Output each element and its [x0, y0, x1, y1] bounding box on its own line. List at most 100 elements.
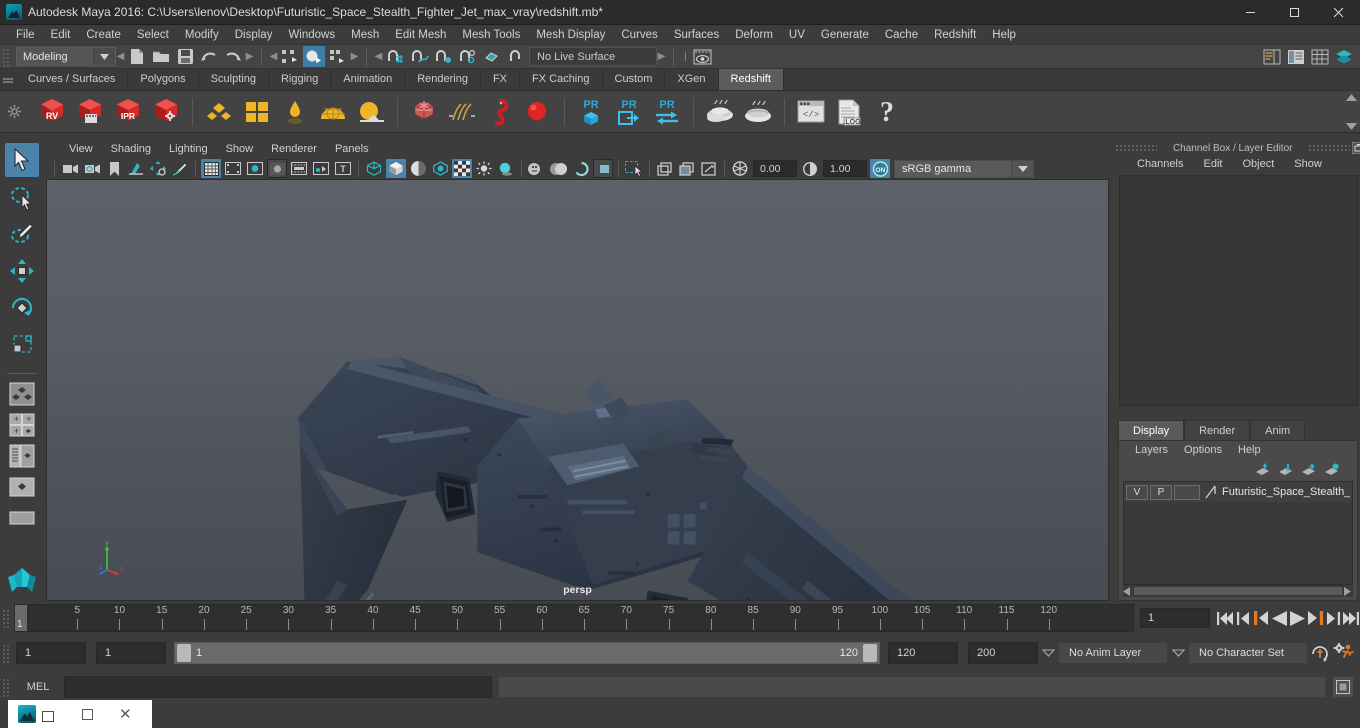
redshift-pr-object-button[interactable]: PR: [573, 94, 609, 130]
channelbox-menu-show[interactable]: Show: [1284, 155, 1332, 173]
layer-visibility-toggle[interactable]: V: [1126, 484, 1148, 500]
layer-row[interactable]: V P Futuristic_Space_Stealth_: [1124, 482, 1353, 502]
redshift-render-settings-button[interactable]: [148, 94, 184, 130]
menu-mesh-display[interactable]: Mesh Display: [528, 25, 613, 45]
select-by-component-type-icon[interactable]: [327, 46, 349, 67]
channelbox-menu-object[interactable]: Object: [1232, 155, 1284, 173]
toolbar-collapse-live[interactable]: ▶: [657, 48, 666, 66]
save-scene-icon[interactable]: [174, 46, 196, 67]
film-gate-icon[interactable]: [223, 159, 243, 178]
smooth-shade-selected-icon[interactable]: [408, 159, 428, 178]
toolbar-collapse-file[interactable]: ▶: [245, 48, 254, 66]
layer-playback-toggle[interactable]: P: [1150, 484, 1172, 500]
redshift-ipr-button[interactable]: IPR: [110, 94, 146, 130]
color-management-toggle-icon[interactable]: ON: [870, 159, 890, 178]
outliner-persp-layout[interactable]: [5, 442, 39, 470]
go-to-end-icon[interactable]: [1342, 607, 1360, 629]
shelf-grip[interactable]: [0, 68, 16, 90]
render-view-icon[interactable]: [691, 46, 713, 67]
image-plane-icon[interactable]: [126, 159, 146, 178]
motion-blur-icon[interactable]: [549, 159, 569, 178]
xray-joints-icon[interactable]: [677, 159, 697, 178]
redshift-script-editor-button[interactable]: </>: [793, 94, 829, 130]
screen-space-ao-icon[interactable]: [527, 159, 547, 178]
layer-menu-help[interactable]: Help: [1230, 441, 1269, 459]
redshift-dome-light-button[interactable]: [315, 94, 351, 130]
shadows-icon[interactable]: [496, 159, 516, 178]
current-time-indicator[interactable]: 1: [15, 605, 27, 631]
layer-horizontal-scrollbar[interactable]: [1123, 585, 1354, 597]
shelf-tab-custom[interactable]: Custom: [602, 69, 666, 90]
smooth-shade-all-icon[interactable]: [386, 159, 406, 178]
xray-active-components-icon[interactable]: [699, 159, 719, 178]
redshift-bake-set-button[interactable]: [702, 94, 738, 130]
timeline-ruler[interactable]: 1 5 10 15 20 25 30 35 40 45 50 55 60 65 70 75 80 85 90 95 1…: [14, 604, 1134, 632]
four-view-layout[interactable]: + + +: [5, 411, 39, 439]
step-forward-keyframe-icon[interactable]: [1324, 607, 1342, 629]
tab-display[interactable]: Display: [1118, 420, 1185, 440]
snap-to-projected-center-icon[interactable]: [456, 46, 478, 67]
play-forwards-icon[interactable]: [1288, 607, 1306, 629]
menu-modify[interactable]: Modify: [177, 25, 227, 45]
layer-color-swatch[interactable]: [1174, 484, 1200, 500]
multisample-aa-icon[interactable]: [571, 159, 591, 178]
tab-anim[interactable]: Anim: [1250, 420, 1306, 440]
toolbar-collapse-select[interactable]: ◀: [269, 48, 278, 66]
resolution-gate-icon[interactable]: [245, 159, 265, 178]
maximize-icon[interactable]: [1272, 0, 1316, 25]
viewport-menu-renderer[interactable]: Renderer: [262, 141, 326, 158]
restore-window-icon[interactable]: [42, 711, 54, 722]
viewport-menu-shading[interactable]: Shading: [102, 141, 160, 158]
sidebar-attribute-editor-icon[interactable]: [1261, 46, 1283, 67]
menu-mesh[interactable]: Mesh: [343, 25, 387, 45]
chevron-down-icon-2[interactable]: [1168, 642, 1188, 664]
toolbar-collapse-render[interactable]: |: [681, 48, 690, 66]
select-by-object-type-icon[interactable]: [303, 46, 325, 67]
redshift-proxy-button[interactable]: [406, 94, 442, 130]
menu-help[interactable]: Help: [984, 25, 1024, 45]
isolate-select-icon[interactable]: [624, 159, 644, 178]
animation-start-field[interactable]: 1: [16, 642, 86, 664]
move-layer-up-icon[interactable]: [1255, 462, 1270, 476]
script-editor-icon[interactable]: [1332, 676, 1354, 698]
single-perspective-layout[interactable]: [5, 380, 39, 408]
taskbar-minimize-icon[interactable]: [82, 708, 93, 720]
current-frame-field[interactable]: 1: [1140, 608, 1210, 628]
viewport-menu-show[interactable]: Show: [217, 141, 263, 158]
scroll-left-icon[interactable]: [1123, 586, 1132, 596]
redshift-help-button[interactable]: ?: [869, 94, 905, 130]
shaded-and-textured-icon[interactable]: [452, 159, 472, 178]
shelf-tab-fx-caching[interactable]: FX Caching: [520, 69, 603, 90]
menu-edit[interactable]: Edit: [43, 25, 79, 45]
bookmark-icon[interactable]: [104, 159, 124, 178]
menu-deform[interactable]: Deform: [727, 25, 781, 45]
viewport-menu-lighting[interactable]: Lighting: [160, 141, 217, 158]
command-input[interactable]: [64, 676, 492, 698]
move-tool[interactable]: [5, 254, 39, 288]
snap-to-point-icon[interactable]: [432, 46, 454, 67]
lasso-select-tool[interactable]: [5, 180, 39, 214]
taskbar-window-preview[interactable]: ✕: [8, 700, 152, 728]
camera-attributes-icon[interactable]: [82, 159, 102, 178]
menu-cache[interactable]: Cache: [877, 25, 926, 45]
paint-select-tool[interactable]: [5, 217, 39, 251]
gamma-icon[interactable]: [800, 159, 820, 178]
timeline-grip[interactable]: [1, 608, 10, 628]
shelf-tab-fx[interactable]: FX: [480, 69, 521, 90]
character-set-selector[interactable]: No Character Set: [1188, 642, 1308, 664]
undo-icon[interactable]: [198, 46, 220, 67]
toolbar-collapse-snap[interactable]: ◀: [374, 48, 383, 66]
perspective-viewport[interactable]: y x z persp: [46, 179, 1109, 601]
channelbox-menu-edit[interactable]: Edit: [1193, 155, 1232, 173]
safe-action-icon[interactable]: [311, 159, 331, 178]
range-slider-right-handle[interactable]: [863, 644, 877, 662]
move-layer-down-icon[interactable]: [1278, 463, 1293, 476]
shelf-scroll-arrows[interactable]: [1344, 94, 1358, 130]
menu-surfaces[interactable]: Surfaces: [666, 25, 727, 45]
persp-graph-layout[interactable]: [5, 504, 39, 532]
menu-redshift[interactable]: Redshift: [926, 25, 984, 45]
grease-pencil-icon[interactable]: [170, 159, 190, 178]
sidebar-layers-icon[interactable]: [1333, 46, 1355, 67]
redshift-volume-button[interactable]: [482, 94, 518, 130]
animation-preferences-icon[interactable]: [1332, 641, 1356, 665]
